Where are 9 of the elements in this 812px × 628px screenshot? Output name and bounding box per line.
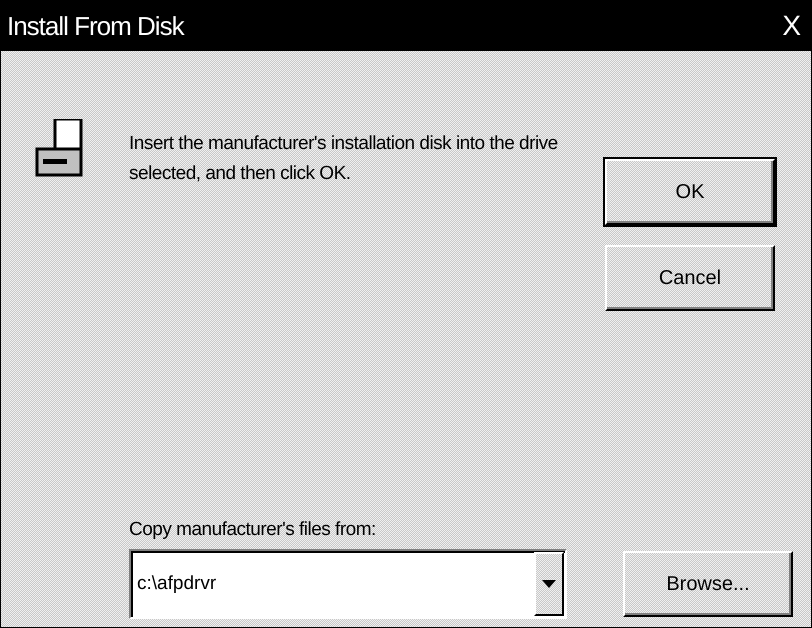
cancel-button[interactable]: Cancel xyxy=(605,245,775,311)
dropdown-button[interactable] xyxy=(534,552,564,616)
dropdown-arrow-icon xyxy=(542,580,556,588)
ok-button[interactable]: OK xyxy=(605,159,775,225)
copy-from-label: Copy manufacturer's files from: xyxy=(129,519,377,541)
window-title: Install From Disk xyxy=(7,10,184,42)
instruction-text: Insert the manufacturer's installation disk into the drive selected, and then click OK. xyxy=(129,132,559,186)
path-combo-box[interactable]: c:\afpdrvr xyxy=(129,549,567,619)
browse-button[interactable]: Browse... xyxy=(623,551,793,617)
